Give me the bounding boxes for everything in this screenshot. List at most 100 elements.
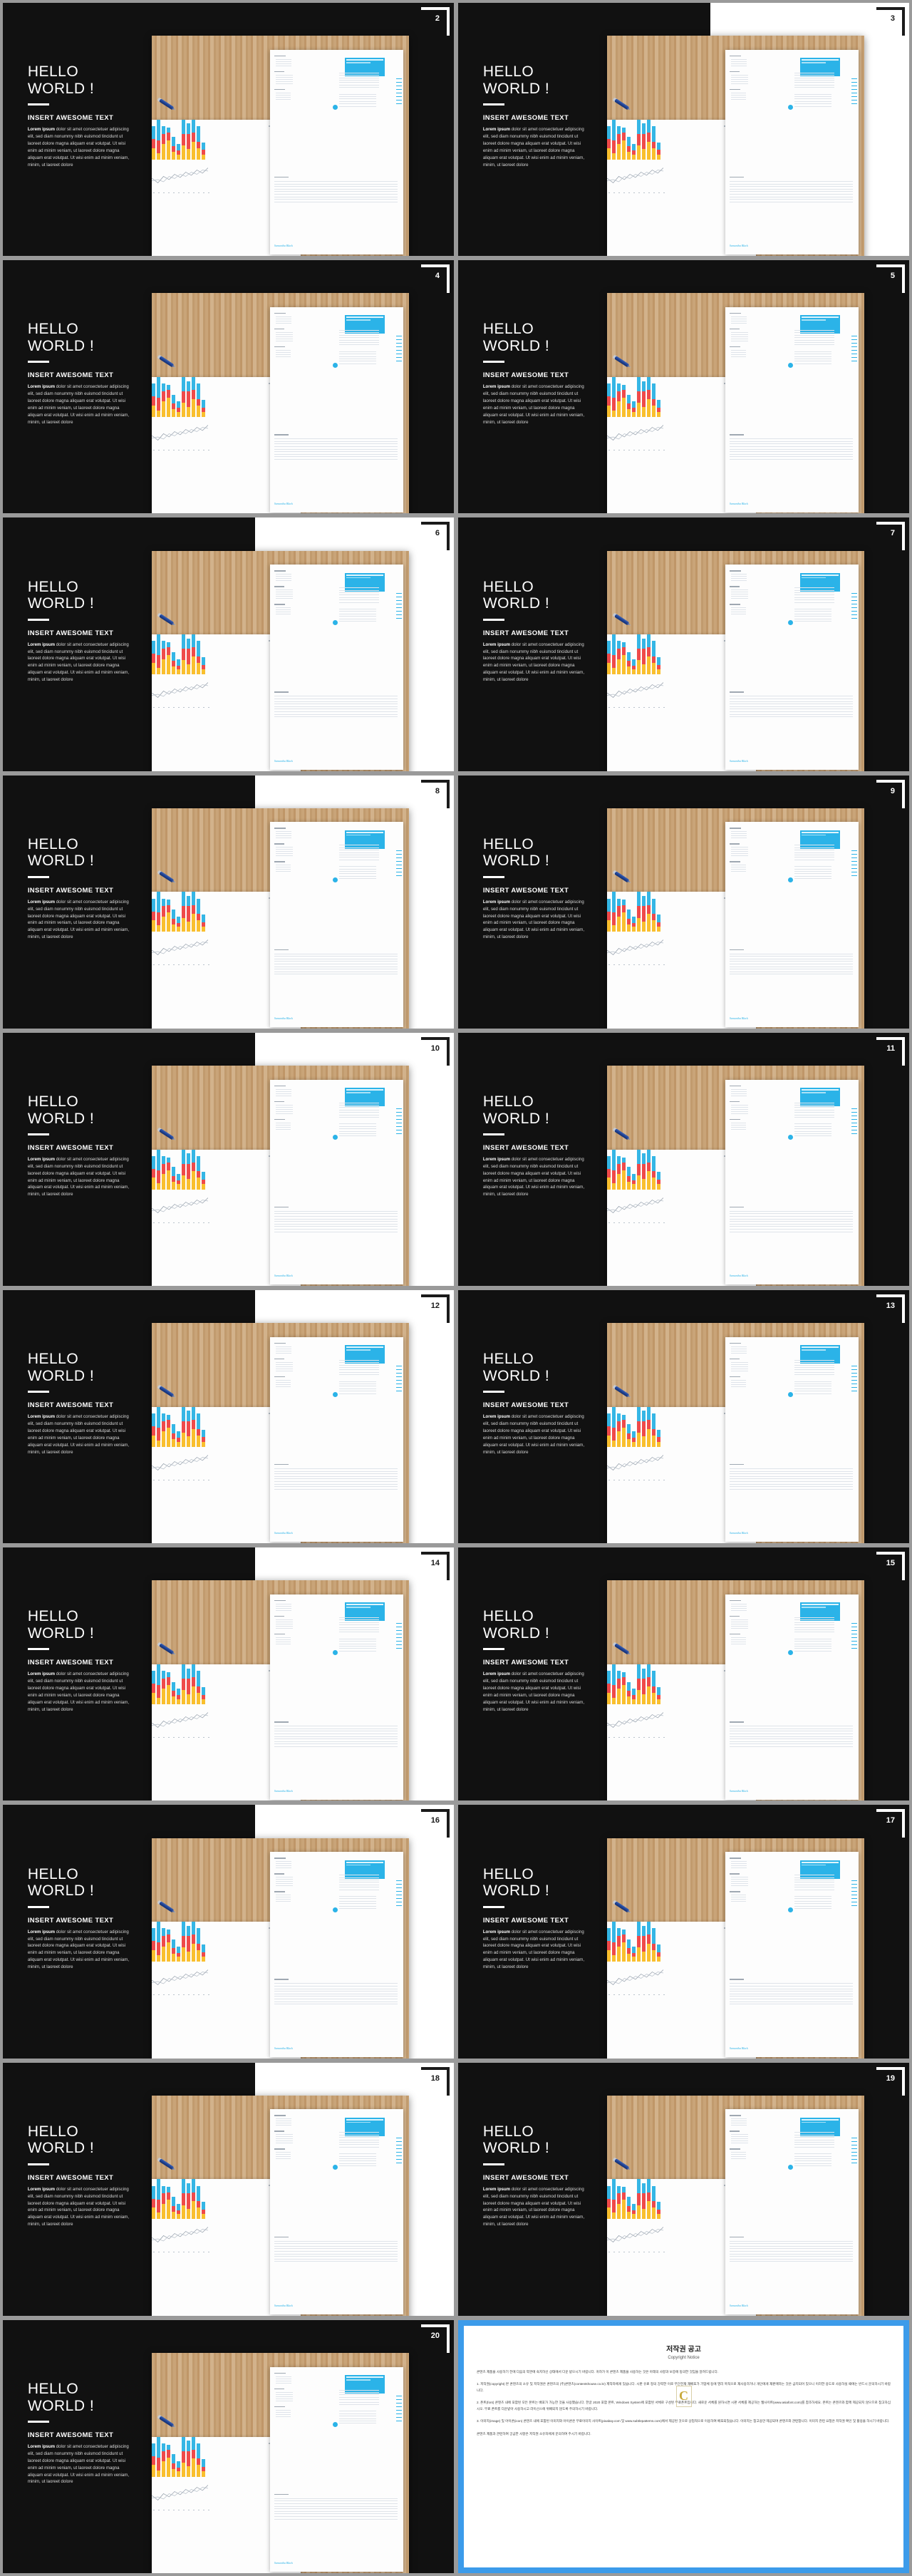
resume-text-line <box>851 600 857 602</box>
slide-thumbnail-9[interactable]: Samantha Black HELLO WORLD ! INSERT AWES… <box>458 775 909 1029</box>
slide-thumbnail-5[interactable]: Samantha Black HELLO WORLD ! INSERT AWES… <box>458 260 909 514</box>
bar-chart-bar <box>627 394 631 417</box>
resume-text-line <box>794 96 832 97</box>
resume-signature: Samantha Black <box>274 1274 293 1278</box>
resume-text-line <box>274 1213 398 1215</box>
bar-chart-bar <box>157 119 161 160</box>
slide-thumbnail-18[interactable]: Samantha Black HELLO WORLD ! INSERT AWES… <box>3 2062 454 2316</box>
resume-text-line <box>339 2137 380 2138</box>
resume-text-line <box>339 339 380 341</box>
slide-thumbnail-14[interactable]: Samantha Black HELLO WORLD ! INSERT AWES… <box>3 1547 454 1801</box>
slide-thumbnail-3[interactable]: Samantha Black HELLO WORLD ! INSERT AWES… <box>458 3 909 257</box>
resume-text-line <box>794 2160 832 2162</box>
line-chart <box>151 682 209 699</box>
resume-text-line <box>339 2146 380 2148</box>
headline-line-1: HELLO <box>27 1865 79 1882</box>
resume-text-line <box>794 1905 832 1907</box>
resume-text-line <box>851 88 857 90</box>
resume-name-badge <box>344 1088 385 1106</box>
resume-text-line <box>794 870 832 872</box>
resume-text-line <box>274 1473 398 1475</box>
bar-chart-bar <box>172 2454 176 2477</box>
resume-text-line <box>851 356 857 358</box>
slide-thumbnail-10[interactable]: Samantha Black HELLO WORLD ! INSERT AWES… <box>3 1032 454 1286</box>
resume-text-line <box>275 2391 293 2393</box>
resume-text-line <box>851 1887 857 1889</box>
resume-text-line <box>851 81 857 83</box>
resume-text-line <box>730 1106 748 1108</box>
resume-text-line <box>339 2144 380 2145</box>
resume-text-line <box>274 2510 398 2512</box>
resume-text-line <box>274 1463 289 1465</box>
bar-chart <box>607 2179 661 2220</box>
resume-text-line <box>730 1104 748 1106</box>
resume-text-line <box>794 597 835 598</box>
slide-thumbnail-4[interactable]: Samantha Black HELLO WORLD ! INSERT AWES… <box>3 260 454 514</box>
bar-chart-bar <box>607 1413 611 1447</box>
desk-mockup-photo: Samantha Black <box>151 1323 409 1544</box>
body-rest: dolor sit amet consectetuer adipiscing e… <box>482 642 585 682</box>
resume-text-line <box>730 1384 746 1385</box>
slide-thumbnail-16[interactable]: Samantha Black HELLO WORLD ! INSERT AWES… <box>3 1805 454 2059</box>
headline-divider <box>482 1905 504 1908</box>
slide-thumbnail-7[interactable]: Samantha Black HELLO WORLD ! INSERT AWES… <box>458 517 909 771</box>
bar-chart-bar <box>167 2444 171 2477</box>
pen-icon <box>611 1642 631 1657</box>
resume-paper: Samantha Black <box>269 1852 404 2057</box>
resume-text-line <box>274 71 284 73</box>
bar-chart-bar <box>182 1664 186 1704</box>
resume-text-line <box>339 356 377 357</box>
bar-chart-bar <box>617 1155 621 1190</box>
resume-text-line <box>339 96 377 97</box>
resume-text-line <box>339 1617 380 1618</box>
bar-chart-bar <box>647 1664 651 1704</box>
bar-chart-bar <box>627 1167 631 1190</box>
slide-thumbnail-15[interactable]: Samantha Black HELLO WORLD ! INSERT AWES… <box>458 1547 909 1801</box>
resume-text-line <box>339 2158 377 2159</box>
resume-text-line <box>275 580 291 582</box>
resume-text-line <box>275 78 293 80</box>
pen-icon <box>155 869 175 884</box>
pen-icon <box>155 2156 175 2171</box>
slide-thumbnail-17[interactable]: Samantha Black HELLO WORLD ! INSERT AWES… <box>458 1805 909 2059</box>
line-chart <box>151 2227 209 2243</box>
bar-chart-bar <box>162 1928 166 1962</box>
resume-text-line <box>794 1104 835 1106</box>
resume-text-line <box>274 2250 398 2252</box>
body-lead-in: Lorem ipsum <box>482 1414 511 1420</box>
resume-text-line <box>851 607 857 609</box>
slide-thumbnail-11[interactable]: Samantha Black HELLO WORLD ! INSERT AWES… <box>458 1032 909 1286</box>
resume-text-line <box>339 1381 377 1382</box>
bar-chart-bar <box>612 1149 616 1190</box>
resume-text-line <box>794 594 835 596</box>
bar-chart-bar <box>657 1686 661 1704</box>
resume-text-line <box>275 2136 293 2138</box>
slide-thumbnail-2[interactable]: Samantha Black HELLO WORLD ! INSERT AWES… <box>3 3 454 257</box>
resume-text-line <box>339 1650 377 1652</box>
bar-chart <box>152 376 206 417</box>
resume-text-line <box>339 2165 377 2167</box>
bar-chart-bar <box>652 126 656 160</box>
pen-icon <box>611 1384 631 1399</box>
copyright-notice-slide[interactable]: 저작권 공고 Copyright Notice 콘텐츠 제품을 사용하기 전에 다음… <box>458 2319 909 2573</box>
bar-chart-bar <box>172 2196 176 2220</box>
slide-thumbnail-8[interactable]: Samantha Black HELLO WORLD ! INSERT AWES… <box>3 775 454 1029</box>
slide-thumbnail-19[interactable]: Samantha Black HELLO WORLD ! INSERT AWES… <box>458 2062 909 2316</box>
slide-thumbnail-12[interactable]: Samantha Black HELLO WORLD ! INSERT AWES… <box>3 1289 454 1544</box>
resume-text-line <box>794 1617 835 1618</box>
bar-chart-bar <box>612 2179 616 2220</box>
bar-chart-bar <box>172 909 176 932</box>
slide-thumbnail-13[interactable]: Samantha Black HELLO WORLD ! INSERT AWES… <box>458 1289 909 1544</box>
resume-text-line <box>729 312 741 314</box>
resume-text-line <box>851 861 857 862</box>
bar-chart-bar <box>197 1928 201 1962</box>
headline-divider <box>27 618 49 621</box>
bar-chart-bar <box>187 2183 191 2220</box>
bar-chart-bar <box>607 1928 611 1962</box>
body-rest: dolor sit amet consectetuer adipiscing e… <box>482 899 585 940</box>
slide-thumbnail-6[interactable]: Samantha Black HELLO WORLD ! INSERT AWES… <box>3 517 454 771</box>
slide-body-text: Lorem ipsum dolor sit amet consectetuer … <box>483 642 589 684</box>
slide-thumbnail-20[interactable]: Samantha Black HELLO WORLD ! INSERT AWES… <box>3 2319 454 2573</box>
resume-text-line <box>730 609 746 611</box>
bar-chart-bar <box>172 1424 176 1447</box>
